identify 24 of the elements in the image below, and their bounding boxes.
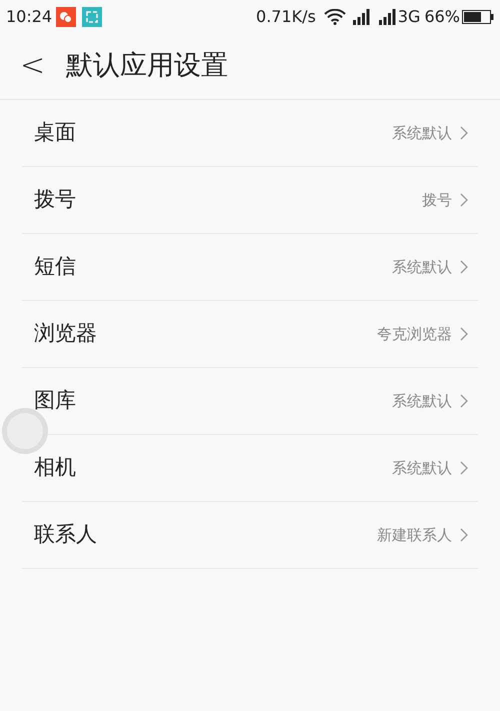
network-speed: 0.71K/s (256, 6, 316, 28)
settings-row[interactable]: 桌面 系统默认 (22, 100, 478, 167)
chevron-right-icon (460, 461, 468, 475)
scan-app-icon (82, 6, 102, 26)
chevron-right-icon (460, 193, 468, 207)
chevron-right-icon (460, 528, 468, 542)
battery-icon (462, 10, 494, 24)
chevron-right-icon (460, 327, 468, 341)
page-title: 默认应用设置 (66, 48, 228, 83)
signal-icon (352, 8, 372, 24)
settings-row[interactable]: 短信 系统默认 (22, 234, 478, 301)
network-type: 3G (398, 6, 420, 28)
back-button[interactable]: < (20, 51, 44, 81)
settings-row[interactable]: 联系人 新建联系人 (22, 502, 478, 569)
settings-row[interactable]: 浏览器 夸克浏览器 (22, 301, 478, 368)
battery-percent: 66% (424, 6, 460, 28)
chat-app-icon (56, 6, 76, 26)
status-time: 10:24 (6, 6, 52, 28)
settings-row[interactable]: 拨号 拨号 (22, 167, 478, 234)
chevron-right-icon (460, 260, 468, 274)
chevron-right-icon (460, 394, 468, 408)
wifi-icon (324, 8, 346, 24)
chevron-right-icon (460, 126, 468, 140)
signal-icon (378, 8, 398, 24)
